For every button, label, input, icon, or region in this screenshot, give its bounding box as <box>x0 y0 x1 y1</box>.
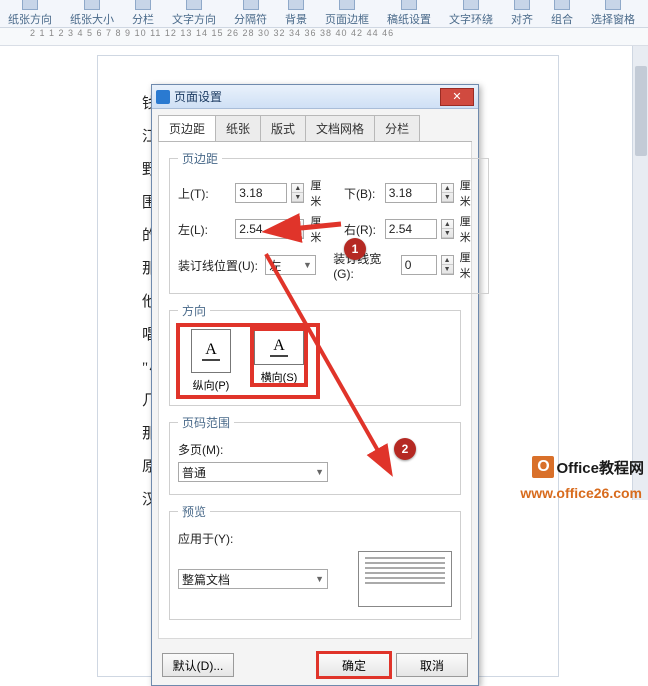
landscape-icon: A <box>270 337 288 357</box>
apply-to-combo[interactable]: 整篇文档▼ <box>178 569 328 589</box>
right-input[interactable]: 2.54 <box>385 219 437 239</box>
left-spinner[interactable]: ▲▼ <box>291 219 304 239</box>
multi-page-combo[interactable]: 普通▼ <box>178 462 328 482</box>
ribbon-item[interactable]: 分隔符 <box>234 0 267 27</box>
tab-margins[interactable]: 页边距 <box>158 115 216 141</box>
ribbon-item[interactable]: 纸张方向 <box>8 0 52 27</box>
unit-label: 厘米 <box>460 177 480 209</box>
right-spinner[interactable]: ▲▼ <box>441 219 454 239</box>
multi-label: 多页(M): <box>178 441 236 458</box>
ribbon-toolbar: 纸张方向 纸张大小 分栏 文字方向 分隔符 背景 页面边框 稿纸设置 文字环绕 … <box>0 0 648 28</box>
portrait-icon: A <box>202 341 220 361</box>
margins-legend: 页边距 <box>178 150 222 167</box>
right-label: 右(R): <box>344 221 381 238</box>
brand-text: Office教程网 <box>556 457 644 478</box>
ribbon-item[interactable]: 纸张大小 <box>70 0 114 27</box>
default-button[interactable]: 默认(D)... <box>162 653 234 677</box>
unit-label: 厘米 <box>460 213 480 245</box>
chevron-down-icon: ▼ <box>303 260 312 270</box>
watermark-url: www.office26.com <box>520 485 642 501</box>
ribbon-item[interactable]: 对齐 <box>511 0 533 27</box>
page-range-group: 页码范围 多页(M): 普通▼ <box>169 414 461 495</box>
top-input[interactable]: 3.18 <box>235 183 287 203</box>
close-icon[interactable]: ✕ <box>440 88 474 106</box>
ribbon-item[interactable]: 文字环绕 <box>449 0 493 27</box>
page-range-legend: 页码范围 <box>178 414 234 431</box>
portrait-label: 纵向(P) <box>184 377 238 393</box>
app-icon <box>156 90 170 104</box>
ribbon-item[interactable]: 页面边框 <box>325 0 369 27</box>
landscape-label: 横向(S) <box>252 369 306 385</box>
bottom-label: 下(B): <box>344 185 381 202</box>
gutter-width-spinner[interactable]: ▲▼ <box>441 255 454 275</box>
top-label: 上(T): <box>178 185 231 202</box>
tab-columns[interactable]: 分栏 <box>374 115 420 141</box>
dialog-tabs: 页边距 纸张 版式 文档网格 分栏 <box>152 109 478 141</box>
gutter-pos-combo[interactable]: 左▼ <box>265 255 316 275</box>
vertical-scrollbar[interactable] <box>632 46 648 500</box>
preview-legend: 预览 <box>178 503 210 520</box>
chevron-down-icon: ▼ <box>315 574 324 584</box>
orientation-group: 方向 A 纵向(P) A 横向(S) <box>169 302 461 406</box>
gutter-pos-label: 装订线位置(U): <box>178 257 261 274</box>
ribbon-item[interactable]: 选择窗格 <box>591 0 635 27</box>
tab-grid[interactable]: 文档网格 <box>305 115 375 141</box>
callout-1: 1 <box>344 238 366 260</box>
unit-label: 厘米 <box>310 213 330 245</box>
portrait-option[interactable]: A 纵向(P) <box>184 329 238 393</box>
cancel-button[interactable]: 取消 <box>396 653 468 677</box>
horizontal-ruler: 2 1 1 2 3 4 5 6 7 8 9 10 11 12 13 14 15 … <box>0 28 648 46</box>
gutter-width-label: 装订线宽(G): <box>333 250 397 281</box>
landscape-option[interactable]: A 横向(S) <box>252 329 306 385</box>
ribbon-item[interactable]: 分栏 <box>132 0 154 27</box>
preview-group: 预览 应用于(Y): 整篇文档▼ <box>169 503 461 620</box>
chevron-down-icon: ▼ <box>315 467 324 477</box>
bottom-spinner[interactable]: ▲▼ <box>441 183 454 203</box>
ribbon-item[interactable]: 背景 <box>285 0 307 27</box>
scrollbar-thumb[interactable] <box>635 66 647 156</box>
unit-label: 厘米 <box>460 249 480 281</box>
ok-button[interactable]: 确定 <box>318 653 390 677</box>
tab-layout[interactable]: 版式 <box>260 115 306 141</box>
callout-2: 2 <box>394 438 416 460</box>
watermark: O Office教程网 <box>532 456 644 478</box>
unit-label: 厘米 <box>310 177 330 209</box>
gutter-width-input[interactable]: 0 <box>401 255 437 275</box>
ribbon-item[interactable]: 文字方向 <box>172 0 216 27</box>
bottom-input[interactable]: 3.18 <box>385 183 437 203</box>
margins-group: 页边距 上(T): 3.18 ▲▼ 厘米 下(B): 3.18 ▲▼ 厘米 左(… <box>169 150 489 294</box>
ribbon-item[interactable]: 稿纸设置 <box>387 0 431 27</box>
page-setup-dialog: 页面设置 ✕ 页边距 纸张 版式 文档网格 分栏 页边距 上(T): 3.18 … <box>151 84 479 686</box>
left-label: 左(L): <box>178 221 231 238</box>
dialog-titlebar[interactable]: 页面设置 ✕ <box>152 85 478 109</box>
brand-icon: O <box>532 456 554 478</box>
left-input[interactable]: 2.54 <box>235 219 287 239</box>
top-spinner[interactable]: ▲▼ <box>291 183 304 203</box>
orientation-legend: 方向 <box>178 302 210 319</box>
apply-label: 应用于(Y): <box>178 530 248 547</box>
ribbon-item[interactable]: 组合 <box>551 0 573 27</box>
preview-thumbnail <box>358 551 452 607</box>
dialog-title: 页面设置 <box>174 88 222 105</box>
tab-paper[interactable]: 纸张 <box>215 115 261 141</box>
